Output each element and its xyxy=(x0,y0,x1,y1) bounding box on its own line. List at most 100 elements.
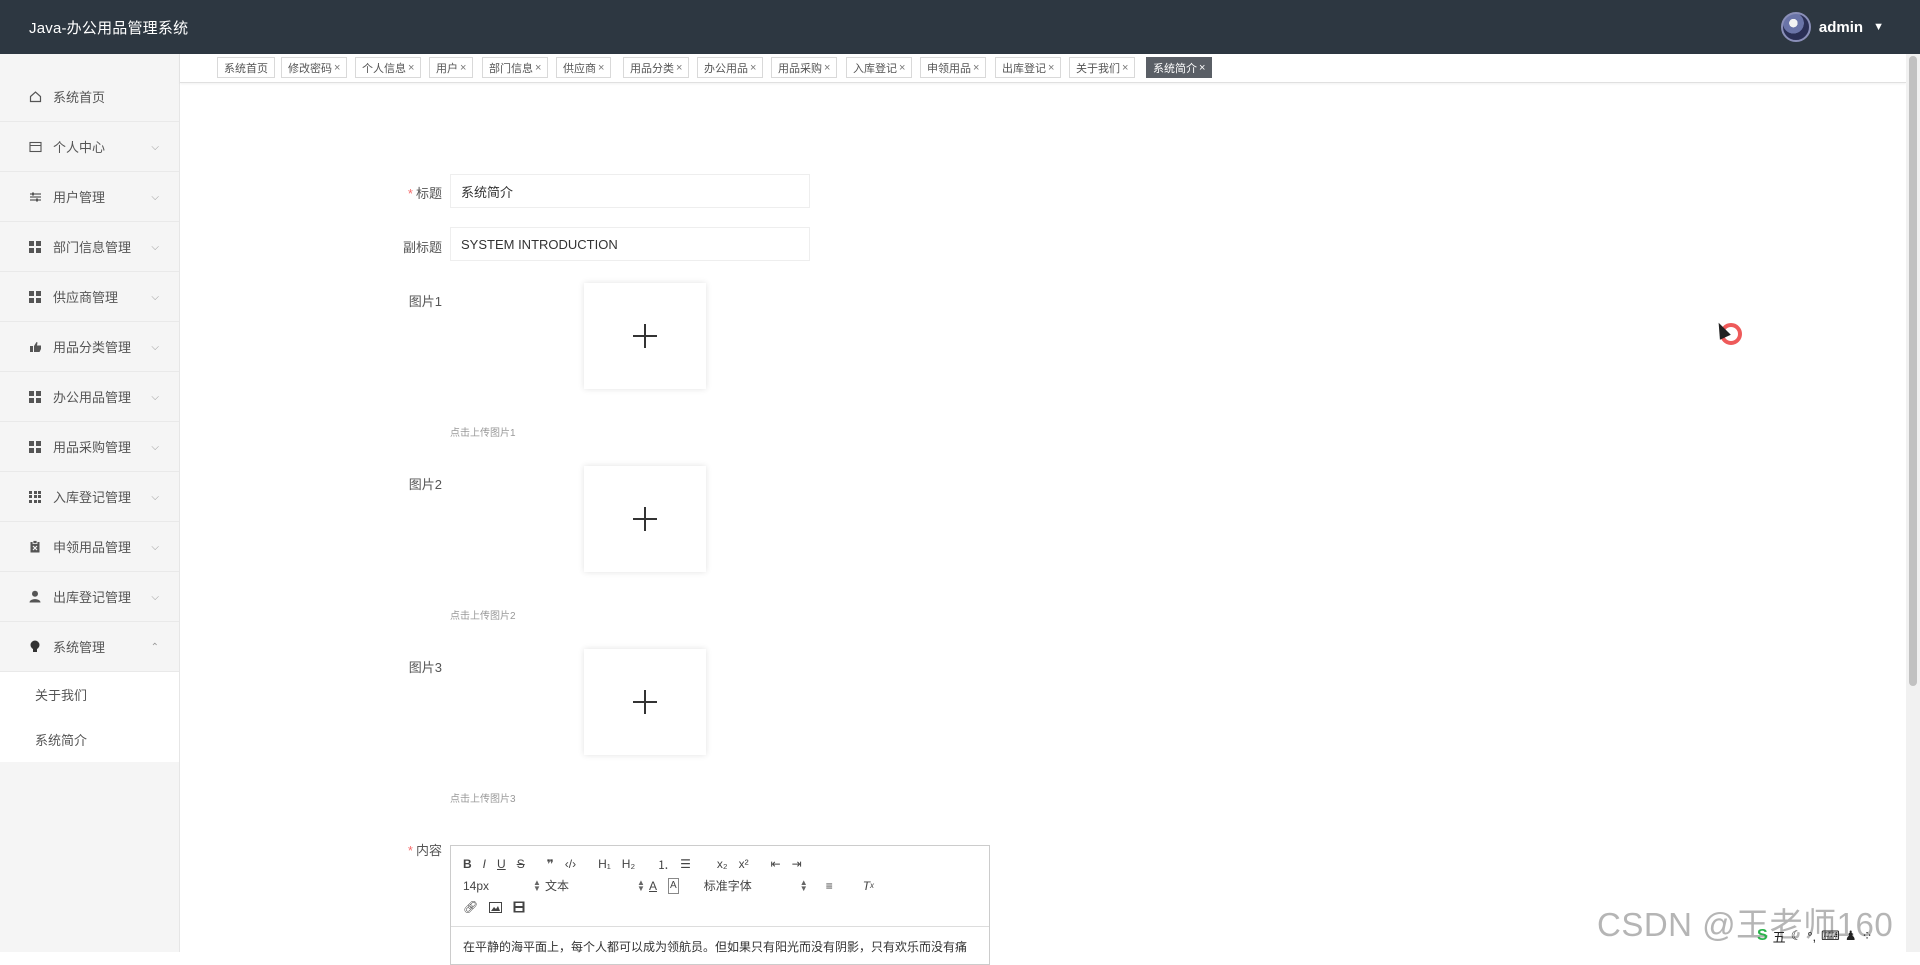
sidebar-subitem-label: 关于我们 xyxy=(35,688,88,703)
avatar[interactable] xyxy=(1780,12,1811,42)
tab-label: 系统简介 xyxy=(1153,62,1197,75)
tab-stock-out[interactable]: 出库登记 × xyxy=(995,57,1062,78)
sidebar-subitem-label: 系统简介 xyxy=(35,733,88,748)
sidebar-item-home[interactable]: 系统首页 xyxy=(0,72,179,122)
ime-tray[interactable]: S 五 ☾ °, ⌨ ♟ ⁘ xyxy=(1757,925,1872,947)
close-icon[interactable]: × xyxy=(408,62,414,74)
underline-button[interactable]: U xyxy=(497,856,506,872)
tab-change-password[interactable]: 修改密码 × xyxy=(281,57,348,78)
user-icon xyxy=(28,590,42,604)
apps-icon: ⁘ xyxy=(1861,928,1873,943)
chevron-updown-icon: ▲ ▼ xyxy=(799,877,808,893)
upload-pic2-button[interactable] xyxy=(584,466,706,572)
sidebar-item-suppliers[interactable]: 供应商管理 ⌵ xyxy=(0,272,179,322)
italic-button[interactable]: I xyxy=(483,856,486,872)
bold-button[interactable]: B xyxy=(463,856,472,872)
close-icon[interactable]: × xyxy=(899,62,905,74)
sidebar-item-personal[interactable]: 个人中心 ⌵ xyxy=(0,122,179,172)
chevron-down-icon: ⌵ xyxy=(151,142,159,153)
close-icon[interactable]: × xyxy=(1199,62,1205,74)
tab-bar: 系统首页 修改密码 × 个人信息 × 用户 × 部门信息 × 供应商 × 用品分类 × 办公… xyxy=(180,54,1906,83)
close-icon[interactable]: × xyxy=(750,62,756,74)
caret-down-icon[interactable]: ▼ xyxy=(1873,21,1884,33)
tab-office-supplies[interactable]: 办公用品 × xyxy=(697,57,764,78)
tab-requisition[interactable]: 申领用品 × xyxy=(920,57,987,78)
subscript-button[interactable]: x₂ xyxy=(717,856,728,872)
close-icon[interactable]: × xyxy=(334,62,340,74)
block-format-select[interactable]: 文本 ▲ ▼ xyxy=(545,877,649,894)
sidebar-item-system[interactable]: 系统管理 ⌃ xyxy=(0,622,179,672)
tab-purchasing[interactable]: 用品采购 × xyxy=(771,57,838,78)
sidebar-item-purchasing[interactable]: 用品采购管理 ⌵ xyxy=(0,422,179,472)
sidebar-item-categories[interactable]: 用品分类管理 ⌵ xyxy=(0,322,179,372)
subtitle-input[interactable]: SYSTEM INTRODUCTION xyxy=(450,227,810,261)
strike-button[interactable]: S xyxy=(517,856,525,872)
sidebar-item-office-supplies[interactable]: 办公用品管理 ⌵ xyxy=(0,372,179,422)
image-icon[interactable] xyxy=(489,899,503,915)
tab-categories[interactable]: 用品分类 × xyxy=(623,57,690,78)
sidebar-item-label: 用品采购管理 xyxy=(53,440,132,455)
ordered-list-icon[interactable]: ⒈ xyxy=(657,856,669,872)
tab-label: 部门信息 xyxy=(489,62,533,75)
tab-about-us[interactable]: 关于我们 × xyxy=(1069,57,1136,78)
sidebar-item-stock-in[interactable]: 入库登记管理 ⌵ xyxy=(0,472,179,522)
code-icon[interactable]: ‹/› xyxy=(565,856,576,872)
font-family-select[interactable]: 标准字体 ▲ ▼ xyxy=(704,877,812,894)
tab-stock-in[interactable]: 入库登记 × xyxy=(846,57,913,78)
sidebar-item-users[interactable]: 用户管理 ⌵ xyxy=(0,172,179,222)
indent-icon[interactable]: ⇥ xyxy=(792,856,802,872)
tab-label: 关于我们 xyxy=(1076,62,1120,75)
required-mark: * xyxy=(407,843,413,858)
close-icon[interactable]: × xyxy=(598,62,604,74)
tab-label: 办公用品 xyxy=(704,62,748,75)
superscript-button[interactable]: x² xyxy=(739,856,749,872)
outdent-icon[interactable]: ⇤ xyxy=(771,856,781,872)
sidebar-item-stock-out[interactable]: 出库登记管理 ⌵ xyxy=(0,572,179,622)
sidebar-subitem-system-intro[interactable]: 系统简介 xyxy=(0,717,179,762)
tab-suppliers[interactable]: 供应商 × xyxy=(556,57,612,78)
align-left-icon[interactable]: ≡ xyxy=(826,878,833,894)
title-input[interactable]: 系统简介 xyxy=(450,174,810,208)
user-menu[interactable]: admin ▼ xyxy=(1780,0,1884,54)
close-icon[interactable]: × xyxy=(824,62,830,74)
sidebar-item-departments[interactable]: 部门信息管理 ⌵ xyxy=(0,222,179,272)
close-icon[interactable]: × xyxy=(973,62,979,74)
sidebar-subitem-about-us[interactable]: 关于我们 xyxy=(0,672,179,717)
user-icon: ♟ xyxy=(1844,928,1857,943)
username[interactable]: admin xyxy=(1819,19,1863,36)
sidebar-item-requisition[interactable]: 申领用品管理 ⌵ xyxy=(0,522,179,572)
close-icon[interactable]: × xyxy=(1048,62,1054,74)
editor-content[interactable]: 在平静的海平面上，每个人都可以成为领航员。但如果只有阳光而没有阴影，只有欢乐而没… xyxy=(463,938,983,955)
content-label: * 内容 xyxy=(407,843,442,858)
font-color-icon[interactable]: A xyxy=(649,878,657,894)
chevron-down-icon: ⌵ xyxy=(151,292,159,303)
upload-pic1-button[interactable] xyxy=(584,283,706,389)
page-scrollbar[interactable] xyxy=(1906,54,1920,952)
bullet-list-icon[interactable]: ☰ xyxy=(680,856,691,872)
close-icon[interactable]: × xyxy=(676,62,682,74)
upload-pic3-button[interactable] xyxy=(584,649,706,755)
sliders-icon xyxy=(28,190,42,204)
tab-departments[interactable]: 部门信息 × xyxy=(482,57,549,78)
close-icon[interactable]: × xyxy=(460,62,466,74)
sidebar-item-label: 个人中心 xyxy=(53,140,106,155)
close-icon[interactable]: × xyxy=(535,62,541,74)
chevron-down-icon: ⌵ xyxy=(151,542,159,553)
quote-icon[interactable]: ❞ xyxy=(547,856,554,872)
tab-personal-info[interactable]: 个人信息 × xyxy=(355,57,422,78)
h1-button[interactable]: H₁ xyxy=(598,856,611,872)
h2-button[interactable]: H₂ xyxy=(622,856,635,872)
grid-icon xyxy=(28,390,42,404)
tab-system-intro[interactable]: 系统简介 × xyxy=(1146,57,1213,78)
clear-format-icon[interactable]: Tx xyxy=(863,878,874,894)
background-color-icon[interactable]: A xyxy=(668,877,679,894)
tab-label: 用户 xyxy=(436,62,458,75)
tab-label: 供应商 xyxy=(563,62,596,75)
close-icon[interactable]: × xyxy=(1122,62,1128,74)
link-icon[interactable]: 🔗︎ xyxy=(463,899,478,915)
font-size-select[interactable]: 14px ▲ ▼ xyxy=(463,878,545,893)
video-icon[interactable] xyxy=(513,899,525,915)
tab-users[interactable]: 用户 × xyxy=(429,57,474,78)
scrollbar-thumb[interactable] xyxy=(1909,56,1917,686)
tab-home[interactable]: 系统首页 xyxy=(217,57,275,78)
